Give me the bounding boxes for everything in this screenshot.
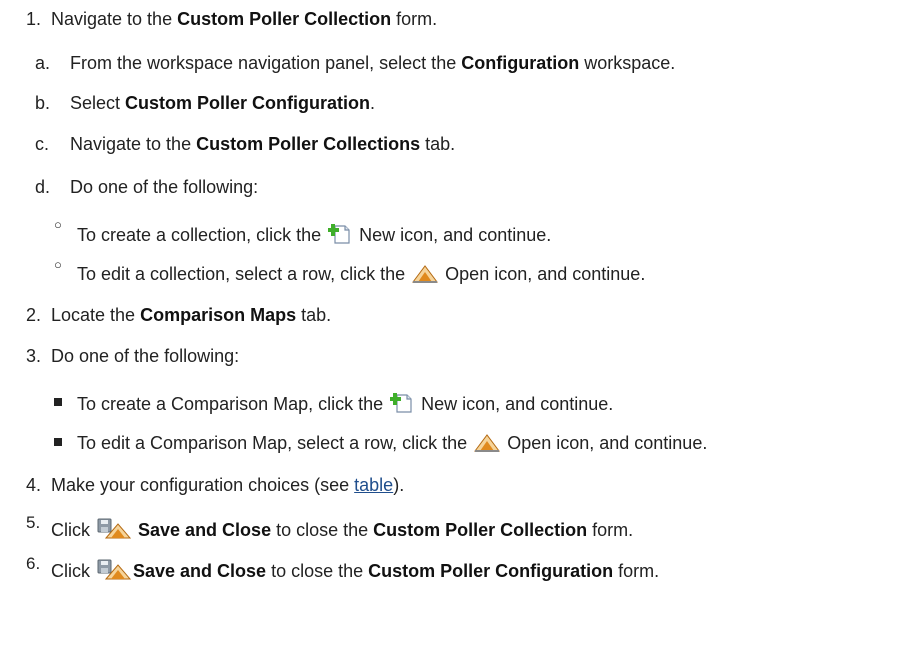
save-and-close-icon bbox=[97, 559, 132, 586]
step-text: Do one of the following: bbox=[51, 346, 240, 366]
step-number: 6. bbox=[26, 554, 41, 573]
circle-bullet: ○ bbox=[54, 257, 62, 272]
step-letter: d. bbox=[35, 177, 51, 197]
step-number: 5. bbox=[26, 513, 41, 532]
step-text: Make your configuration choices (see tab… bbox=[51, 475, 405, 495]
step-text: Do one of the following: bbox=[70, 177, 259, 197]
step-number: 3. bbox=[26, 346, 42, 366]
step-text: To edit a Comparison Map, select a row, … bbox=[77, 432, 707, 458]
step-text: Click Save and Close to close the Custom… bbox=[51, 518, 633, 545]
save-and-close-icon bbox=[97, 518, 132, 545]
step-number: 4. bbox=[26, 475, 42, 495]
step-text: Locate the Comparison Maps tab. bbox=[51, 305, 332, 325]
step-text: Navigate to the Custom Poller Collection… bbox=[70, 134, 456, 154]
step-text: Select Custom Poller Configuration. bbox=[70, 93, 376, 113]
step-text: To create a collection, click the New ic… bbox=[77, 223, 551, 250]
step-text: Click Save and Close to close the Custom… bbox=[51, 559, 659, 586]
step-number: 1. bbox=[26, 9, 42, 29]
step-text: To edit a collection, select a row, clic… bbox=[77, 263, 645, 289]
square-bullet bbox=[54, 438, 62, 446]
step-text: To create a Comparison Map, click the Ne… bbox=[77, 392, 613, 419]
step-letter: c. bbox=[35, 134, 50, 154]
step-number: 2. bbox=[26, 305, 42, 325]
new-icon bbox=[327, 223, 352, 250]
table-link[interactable]: table bbox=[354, 475, 393, 495]
step-text: Navigate to the Custom Poller Collection… bbox=[51, 9, 438, 29]
step-text: From the workspace navigation panel, sel… bbox=[70, 53, 676, 73]
open-icon bbox=[412, 264, 439, 289]
circle-bullet: ○ bbox=[54, 217, 62, 232]
step-letter: a. bbox=[35, 53, 51, 73]
new-icon bbox=[389, 392, 414, 419]
square-bullet bbox=[54, 398, 62, 406]
step-letter: b. bbox=[35, 93, 51, 113]
open-icon bbox=[474, 433, 501, 458]
